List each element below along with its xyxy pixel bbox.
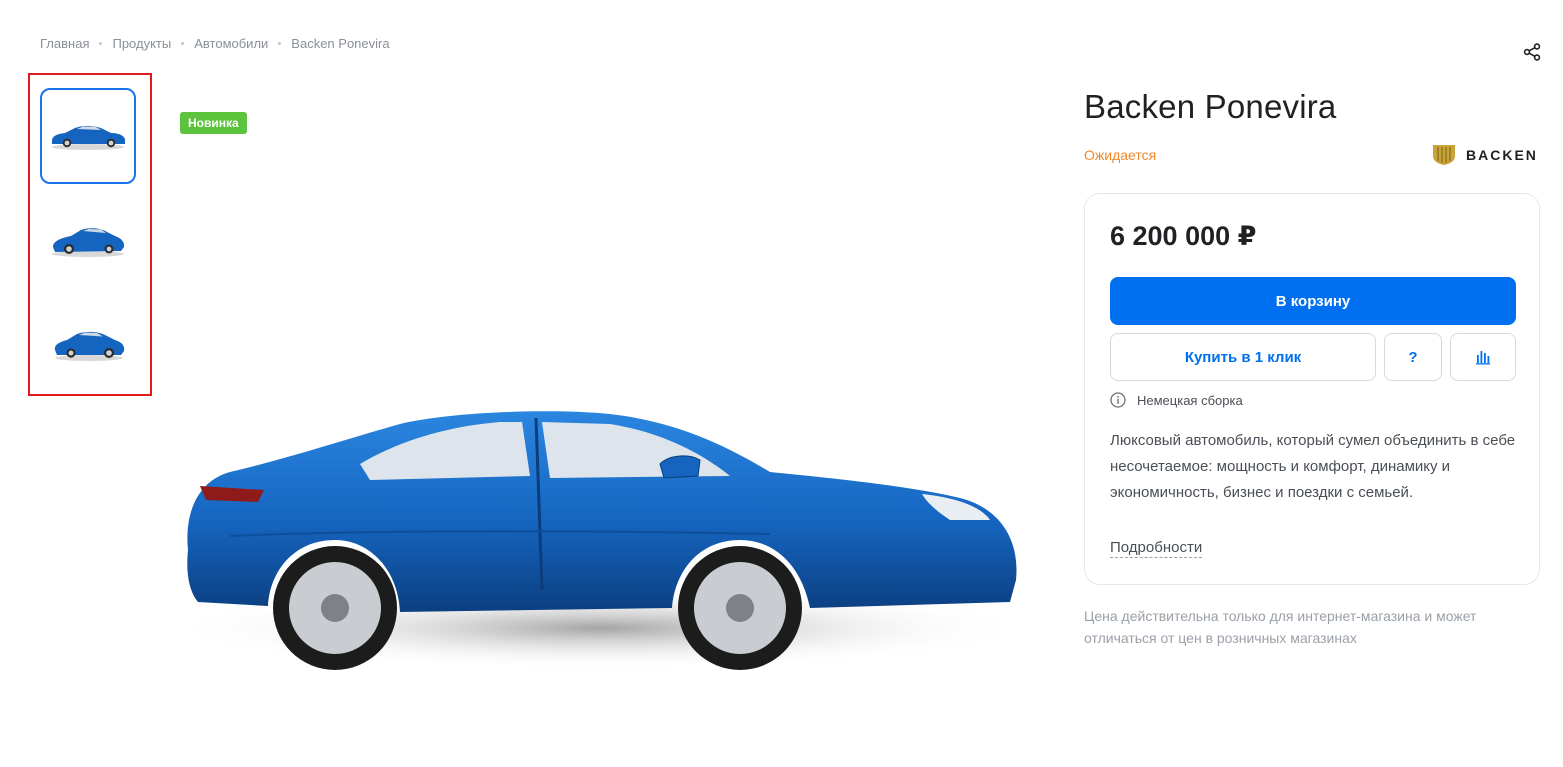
breadcrumb: Главная Продукты Автомобили Backen Ponev… [40,36,390,51]
buy-one-click-button[interactable]: Купить в 1 клик [1110,333,1376,381]
product-price: 6 200 000 ₽ [1110,221,1257,251]
breadcrumb-cars[interactable]: Автомобили [194,36,268,51]
assembly-info: Немецкая сборка [1110,392,1243,408]
backen-logo [1433,145,1455,165]
brand-name: BACKEN [1466,147,1538,163]
gallery-thumbnail-2[interactable] [40,192,136,288]
gallery-thumbnail-1[interactable] [40,88,136,184]
bar-chart-icon [1476,351,1490,365]
assembly-label: Немецкая сборка [1137,392,1243,408]
price-note: Цена действительна только для интернет-м… [1084,608,1477,646]
details-link[interactable]: Подробности [1110,539,1203,558]
gallery-thumbnail-3[interactable] [40,296,136,392]
car-thumb-side [52,125,125,150]
add-to-cart-button[interactable]: В корзину [1110,277,1516,325]
product-description: Люксовый автомобиль, который сумел объед… [1110,432,1516,501]
brand-logo[interactable]: BACKEN [1432,144,1538,166]
main-product-image[interactable] [170,380,1040,680]
purchase-card: 6 200 000 ₽ В корзину Купить в 1 клик ? … [1084,193,1540,585]
share-icon[interactable] [1522,42,1542,62]
breadcrumb-separator [278,42,282,45]
breadcrumb-current: Backen Ponevira [291,36,390,51]
ask-question-button[interactable]: ? [1384,333,1442,381]
car-thumb-rear-three-quarter [54,331,125,361]
availability-status: Ожидается [1084,147,1157,163]
breadcrumb-separator [181,42,185,45]
compare-button[interactable] [1450,333,1516,381]
car-thumb-front-three-quarter [52,228,125,257]
breadcrumb-home[interactable]: Главная [40,36,89,51]
breadcrumb-separator [99,42,103,45]
car-main-image [170,411,1030,670]
breadcrumb-products[interactable]: Продукты [112,36,171,51]
product-title: Backen Ponevira [1084,88,1337,125]
new-badge: Новинка [180,112,247,134]
info-icon [1110,392,1126,408]
